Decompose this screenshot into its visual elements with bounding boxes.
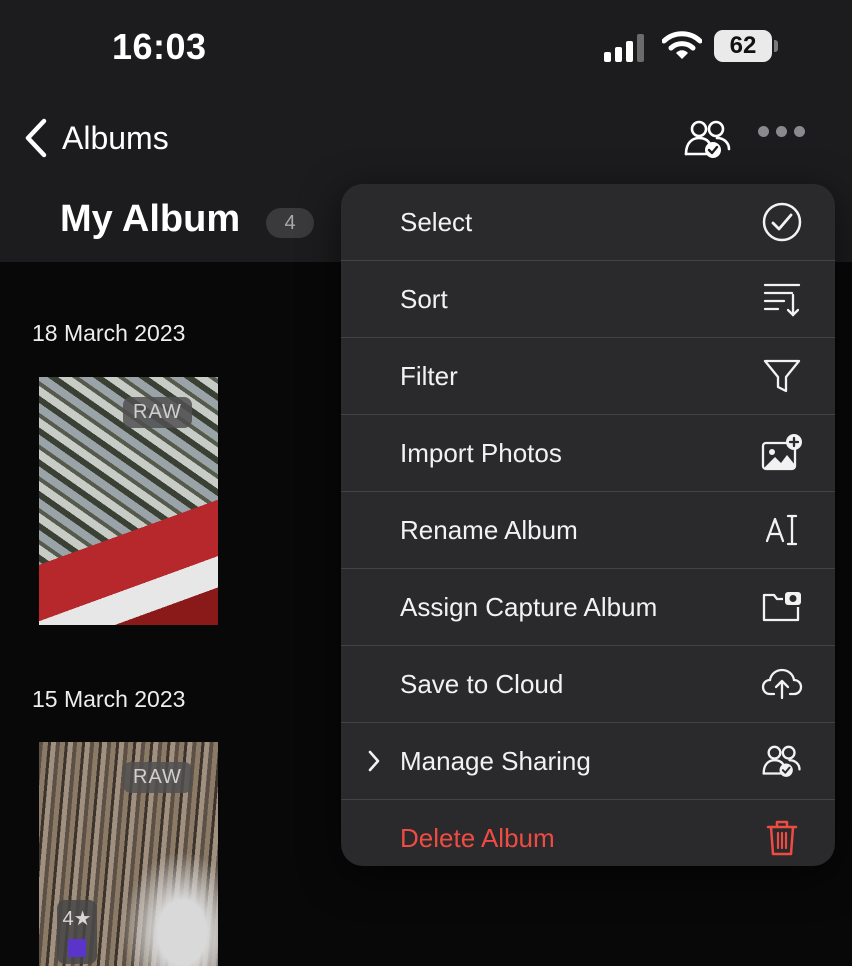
back-label: Albums xyxy=(62,119,169,156)
section-date: 15 March 2023 xyxy=(32,686,186,712)
chevron-right-icon xyxy=(368,750,380,772)
checkmark-circle-icon xyxy=(761,201,803,243)
menu-item-filter[interactable]: Filter xyxy=(341,338,835,415)
menu-item-delete-album[interactable]: Delete Album xyxy=(341,800,835,866)
back-button[interactable]: Albums xyxy=(24,118,169,158)
sort-icon xyxy=(761,278,803,320)
battery-level: 62 xyxy=(729,32,757,59)
menu-item-label: Sort xyxy=(400,283,448,314)
rating-badge: 4★ xyxy=(57,900,97,964)
raw-badge: RAW xyxy=(123,397,192,428)
battery-indicator: 62 xyxy=(714,30,772,62)
chevron-left-icon xyxy=(25,118,47,158)
menu-item-select[interactable]: Select xyxy=(341,184,835,261)
menu-item-label: Import Photos xyxy=(400,437,562,468)
folder-camera-icon xyxy=(761,586,803,628)
rating-text: 4★ xyxy=(62,908,92,930)
menu-item-label: Assign Capture Album xyxy=(400,591,658,622)
trash-icon xyxy=(761,817,803,859)
album-title: My Album xyxy=(60,198,241,240)
album-options-menu: Select Sort Filter Import Photos Rename … xyxy=(341,184,835,866)
filter-icon xyxy=(761,355,803,397)
wifi-icon xyxy=(662,31,702,59)
menu-item-label: Select xyxy=(400,206,473,237)
photo-thumbnail[interactable]: RAW 4★ xyxy=(39,742,218,966)
cloud-upload-icon xyxy=(761,663,803,705)
menu-item-save-to-cloud[interactable]: Save to Cloud xyxy=(341,646,835,723)
photo-thumbnail[interactable]: RAW xyxy=(39,377,218,625)
album-count-badge: 4 xyxy=(266,208,314,238)
more-dot-icon xyxy=(794,126,805,137)
color-label-swatch xyxy=(68,939,86,957)
battery-tip xyxy=(774,40,778,52)
menu-item-label: Filter xyxy=(400,360,458,391)
shared-album-button[interactable] xyxy=(684,118,732,160)
people-check-icon xyxy=(761,740,803,782)
menu-item-label: Manage Sharing xyxy=(400,745,591,776)
menu-item-manage-sharing[interactable]: Manage Sharing xyxy=(341,723,835,800)
menu-item-assign-capture-album[interactable]: Assign Capture Album xyxy=(341,569,835,646)
menu-item-label: Delete Album xyxy=(400,822,555,853)
raw-badge: RAW xyxy=(123,762,192,793)
menu-item-rename-album[interactable]: Rename Album xyxy=(341,492,835,569)
menu-item-label: Save to Cloud xyxy=(400,668,564,699)
menu-item-sort[interactable]: Sort xyxy=(341,261,835,338)
text-cursor-icon xyxy=(761,509,803,551)
photo-add-icon xyxy=(761,432,803,474)
more-dot-icon xyxy=(776,126,787,137)
more-options-button[interactable] xyxy=(758,126,805,137)
more-dot-icon xyxy=(758,126,769,137)
status-time: 16:03 xyxy=(112,26,207,67)
menu-item-import-photos[interactable]: Import Photos xyxy=(341,415,835,492)
cellular-signal-icon xyxy=(604,34,644,62)
menu-item-label: Rename Album xyxy=(400,514,578,545)
section-date: 18 March 2023 xyxy=(32,320,186,346)
